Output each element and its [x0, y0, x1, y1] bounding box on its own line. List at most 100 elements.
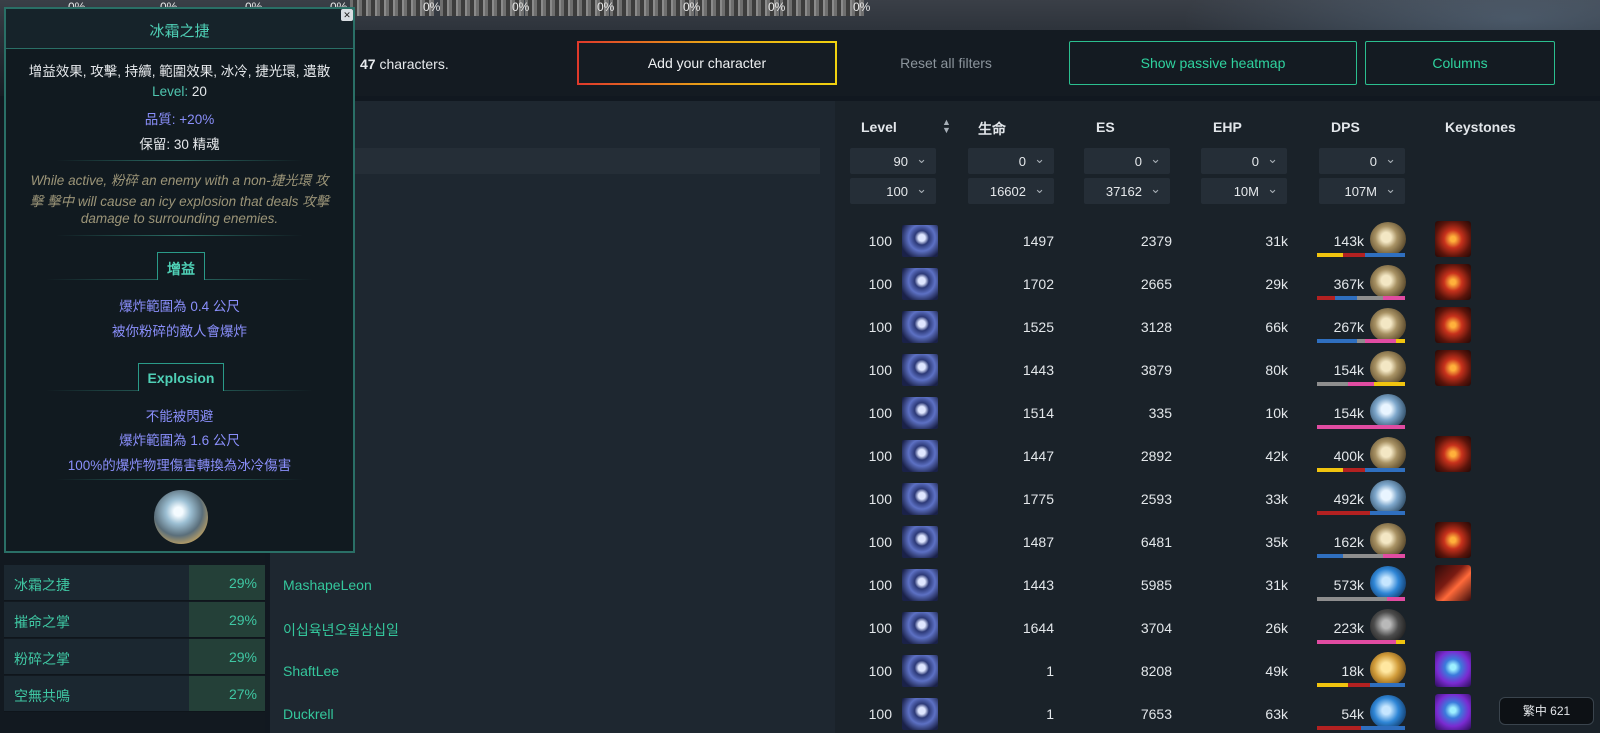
- tooltip-mod-line: 100%的爆炸物理傷害轉換為冰冷傷害: [67, 458, 292, 473]
- banner-skill-thumb[interactable]: [350, 0, 434, 16]
- class-portrait-icon: [902, 612, 938, 644]
- select-value: 107M: [1344, 184, 1377, 199]
- table-row[interactable]: 100 1514 335 10k 154k: [270, 392, 1600, 435]
- reset-filters-button[interactable]: Reset all filters: [843, 41, 1049, 85]
- dark-orb-icon[interactable]: [1370, 609, 1406, 643]
- fire-keystone-icon[interactable]: [1435, 350, 1471, 386]
- skill-filter-item[interactable]: 29% 冰霜之捷: [4, 565, 265, 601]
- frost-wreath-icon[interactable]: [1370, 222, 1406, 256]
- banner-percentage: 0%: [423, 0, 441, 14]
- header-level[interactable]: Level: [861, 119, 897, 135]
- es-cell: 2892: [1140, 448, 1172, 464]
- header-dps[interactable]: DPS: [1331, 119, 1360, 135]
- table-row[interactable]: a1001447289242k400k: [270, 435, 1600, 478]
- frost-wreath-icon[interactable]: [1370, 308, 1406, 342]
- chevron-down-icon: ⌄: [1034, 151, 1045, 166]
- fire-keystone-icon[interactable]: [1435, 307, 1471, 343]
- character-name-link[interactable]: MashapeLeon: [283, 577, 372, 593]
- ehp-min-select[interactable]: 0 ⌄: [1201, 148, 1287, 174]
- level-max-select[interactable]: 100 ⌄: [850, 178, 936, 204]
- frost-wreath-icon[interactable]: [1370, 265, 1406, 299]
- life-min-select[interactable]: 0 ⌄: [968, 148, 1054, 174]
- tooltip-mod-line: 爆炸範圍為 1.6 公尺: [119, 433, 240, 448]
- damage-type-segment: [1356, 296, 1383, 300]
- damage-type-segment: [1317, 726, 1361, 730]
- passive-heatmap-button[interactable]: Show passive heatmap: [1069, 41, 1357, 85]
- add-character-button[interactable]: Add your character: [577, 41, 837, 85]
- header-ehp[interactable]: EHP: [1213, 119, 1242, 135]
- blue-orb-icon[interactable]: [1370, 566, 1406, 600]
- skill-filter-item[interactable]: 29% 粉碎之掌: [4, 639, 265, 675]
- damage-type-segment: [1317, 597, 1388, 601]
- skill-filter-item[interactable]: 29% 摧命之掌: [4, 602, 265, 638]
- damage-type-segment: [1356, 339, 1366, 343]
- table-row[interactable]: Duckrell 100 1 7653 63k 54k: [270, 693, 1600, 733]
- es-min-select[interactable]: 0 ⌄: [1084, 148, 1170, 174]
- table-row[interactable]: ShaftLee 100 1 8208 49k 18k: [270, 650, 1600, 693]
- character-name-link[interactable]: ShaftLee: [283, 663, 339, 679]
- tooltip-description-line: 擊 擊中 will cause an icy explosion that de…: [29, 194, 330, 209]
- es-max-select[interactable]: 37162 ⌄: [1084, 178, 1170, 204]
- ice-strike-icon[interactable]: [1370, 394, 1406, 428]
- header-life[interactable]: 生命: [978, 119, 1006, 139]
- ice-strike-icon[interactable]: [1370, 480, 1406, 514]
- ehp-cell: 80k: [1265, 362, 1288, 378]
- dps-min-select[interactable]: 0 ⌄: [1319, 148, 1405, 174]
- header-es[interactable]: ES: [1096, 119, 1115, 135]
- fire-keystone-icon[interactable]: [1435, 264, 1471, 300]
- character-name-link[interactable]: Duckrell: [283, 706, 334, 722]
- damage-type-bar: [1317, 683, 1405, 687]
- table-row[interactable]: rolled1001487648135k162k: [270, 521, 1600, 564]
- table-row[interactable]: MashapeLeon 100 1443 5985 31k 573k: [270, 564, 1600, 607]
- banner-skill-thumb[interactable]: [610, 0, 694, 16]
- name-filter-input[interactable]: [280, 148, 820, 174]
- divider: [56, 235, 303, 236]
- table-row[interactable]: GodAura1001497237931k143k: [270, 220, 1600, 263]
- level-cell: 100: [868, 233, 892, 249]
- level-cell: 100: [868, 362, 892, 378]
- purple-keystone-icon[interactable]: [1435, 651, 1471, 687]
- level-min-select[interactable]: 90 ⌄: [850, 148, 936, 174]
- dps-cell: 162k: [1333, 534, 1364, 550]
- es-cell: 2665: [1140, 276, 1172, 292]
- frost-wreath-icon[interactable]: [1370, 351, 1406, 385]
- table-row[interactable]: heAmogus1001443387980k154k: [270, 349, 1600, 392]
- level-label: Level:: [152, 84, 192, 99]
- table-row[interactable]: 이십육년오월삼십일 100 1644 3704 26k 223k: [270, 607, 1600, 650]
- pin-icon[interactable]: ✕: [341, 9, 353, 21]
- banner-percentage: 0%: [768, 0, 786, 14]
- class-portrait-icon: [902, 397, 938, 429]
- damage-type-segment: [1365, 253, 1405, 257]
- language-badge[interactable]: 繁中 621: [1499, 697, 1594, 725]
- damage-type-bar: [1317, 425, 1405, 429]
- purple-keystone-icon[interactable]: [1435, 694, 1471, 730]
- fire-keystone-icon[interactable]: [1435, 221, 1471, 257]
- class-portrait-icon: [902, 440, 938, 472]
- sort-icon[interactable]: ▲ ▼: [942, 118, 952, 135]
- frost-wreath-icon[interactable]: [1370, 437, 1406, 471]
- ehp-max-select[interactable]: 10M ⌄: [1201, 178, 1287, 204]
- table-row[interactable]: nyAltGirl1001702266529k367k: [270, 263, 1600, 306]
- select-value: 0: [1018, 154, 1026, 169]
- golden-orb-icon[interactable]: [1370, 652, 1406, 686]
- frost-wreath-icon[interactable]: [1370, 523, 1406, 557]
- chevron-down-icon: ⌄: [1267, 151, 1278, 166]
- banner-skill-thumb[interactable]: [780, 0, 864, 16]
- class-portrait-icon: [902, 483, 938, 515]
- life-max-select[interactable]: 16602 ⌄: [968, 178, 1054, 204]
- blue-orb-icon[interactable]: [1370, 695, 1406, 729]
- table-row[interactable]: _Kolokol1001775259333k492k: [270, 478, 1600, 521]
- divider: [56, 160, 303, 161]
- skill-filter-item[interactable]: 27% 空無共鳴: [4, 676, 265, 712]
- fire-keystone-icon[interactable]: [1435, 436, 1471, 472]
- class-portrait-icon: [902, 225, 938, 257]
- character-name-link[interactable]: 이십육년오월삼십일: [283, 620, 399, 640]
- damage-type-segment: [1347, 683, 1370, 687]
- dps-max-select[interactable]: 107M ⌄: [1319, 178, 1405, 204]
- table-row[interactable]: 100 1525 3128 66k 267k: [270, 306, 1600, 349]
- fire-keystone-icon[interactable]: [1435, 522, 1471, 558]
- life-cell: 1487: [1022, 534, 1054, 550]
- columns-button[interactable]: Columns: [1365, 41, 1555, 85]
- whisk-keystone-icon[interactable]: [1435, 565, 1471, 601]
- banner-skill-thumb[interactable]: [695, 0, 779, 16]
